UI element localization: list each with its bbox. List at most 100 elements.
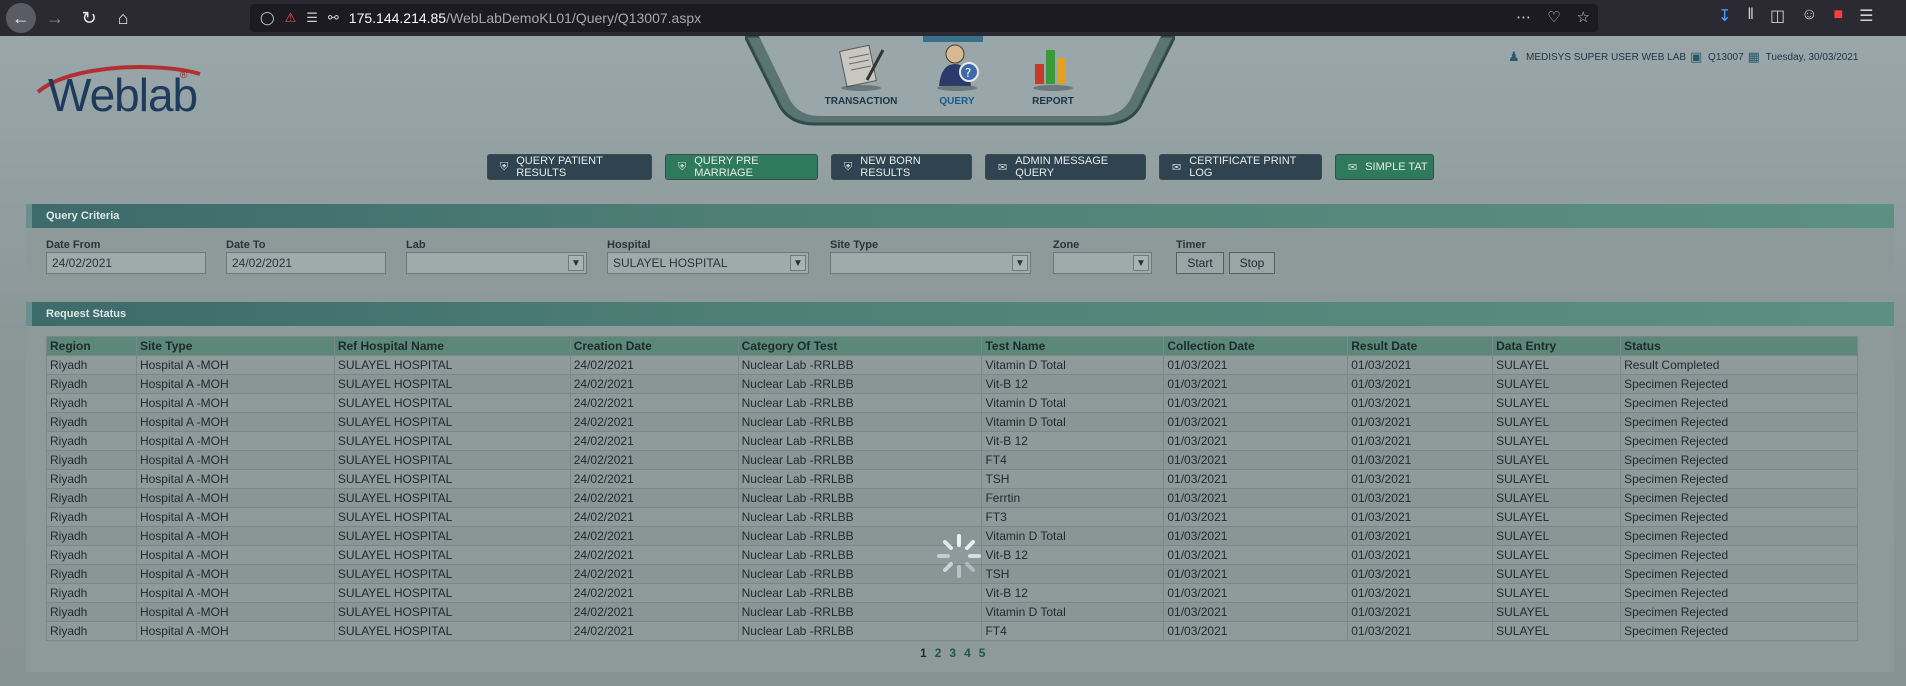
user-name: MEDISYS SUPER USER WEB LAB <box>1526 51 1687 63</box>
table-row[interactable]: Riyadh Hospital A -MOH SULAYEL HOSPITAL 24/… <box>46 412 1858 432</box>
shield-icon[interactable]: ◯ <box>260 10 275 26</box>
column-header[interactable]: Site Type <box>135 336 335 356</box>
tab-query[interactable]: QUERY <box>907 96 1007 107</box>
reload-icon[interactable]: ↻ <box>74 3 104 33</box>
query-pre-marriage-button[interactable]: ⛨ QUERY PRE MARRIAGE <box>665 154 818 180</box>
table-cell: Hospital A -MOH <box>135 412 335 432</box>
page-link-5[interactable]: 5 <box>979 646 986 660</box>
column-header[interactable]: Creation Date <box>569 336 739 356</box>
menu-icon[interactable]: ☰ <box>1859 6 1873 26</box>
extension-icon[interactable]: ■ <box>1833 6 1843 26</box>
table-row[interactable]: Riyadh Hospital A -MOH SULAYEL HOSPITAL 24/… <box>46 374 1858 394</box>
table-row[interactable]: Riyadh Hospital A -MOH SULAYEL HOSPITAL 24/… <box>46 583 1858 603</box>
report-chart-icon[interactable] <box>1025 40 1081 92</box>
page-link-1[interactable]: 1 <box>920 646 927 660</box>
timer-start-button[interactable]: Start <box>1176 252 1224 274</box>
key-icon[interactable]: ⚯ <box>328 10 339 26</box>
query-patient-results-button[interactable]: ⛨ QUERY PATIENT RESULTS <box>487 154 652 180</box>
column-header[interactable]: Ref Hospital Name <box>333 336 571 356</box>
page-link-2[interactable]: 2 <box>935 646 942 660</box>
url-bar[interactable]: ◯ ⚠ ☰ ⚯ 175.144.214.85/WebLabDemoKL01/Qu… <box>250 4 1598 32</box>
table-cell: 01/03/2021 <box>1347 393 1494 413</box>
column-header[interactable]: Data Entry <box>1492 336 1622 356</box>
table-cell: SULAYEL HOSPITAL <box>333 564 571 584</box>
hospital-select[interactable]: SULAYEL HOSPITAL ▼ <box>607 252 809 274</box>
admin-message-query-button[interactable]: ✉ ADMIN MESSAGE QUERY <box>985 154 1146 180</box>
zone-label: Zone <box>1053 239 1080 251</box>
tab-transaction[interactable]: TRANSACTION <box>811 96 911 107</box>
chevron-down-icon[interactable]: ▼ <box>1012 255 1028 271</box>
table-cell: SULAYEL <box>1492 621 1622 641</box>
site-type-select[interactable]: ▼ <box>830 252 1031 274</box>
forward-icon[interactable]: → <box>40 3 70 33</box>
home-icon[interactable]: ⌂ <box>108 3 138 33</box>
table-cell: SULAYEL HOSPITAL <box>333 545 571 565</box>
timer-stop-button[interactable]: Stop <box>1229 252 1275 274</box>
column-header[interactable]: Category Of Test <box>737 336 983 356</box>
chevron-down-icon[interactable]: ▼ <box>568 255 584 271</box>
download-icon[interactable]: ↧ <box>1718 6 1731 26</box>
certificate-print-log-button[interactable]: ✉ CERTIFICATE PRINT LOG <box>1159 154 1322 180</box>
query-user-icon[interactable]: ? <box>929 40 985 92</box>
table-cell: Specimen Rejected <box>1620 545 1858 565</box>
insecure-lock-icon[interactable]: ⚠ <box>285 10 297 26</box>
table-cell: 01/03/2021 <box>1163 431 1349 451</box>
date-from-input[interactable]: 24/02/2021 <box>46 252 206 274</box>
shield-icon: ⛨ <box>844 160 853 173</box>
table-cell: 01/03/2021 <box>1163 393 1349 413</box>
table-row[interactable]: Riyadh Hospital A -MOH SULAYEL HOSPITAL 24/… <box>46 393 1858 413</box>
page-link-4[interactable]: 4 <box>964 646 971 660</box>
back-icon[interactable]: ← <box>6 3 36 33</box>
table-row[interactable]: Riyadh Hospital A -MOH SULAYEL HOSPITAL 24/… <box>46 469 1858 489</box>
table-cell: SULAYEL <box>1492 450 1622 470</box>
table-cell: Nuclear Lab -RRLBB <box>737 583 983 603</box>
chevron-down-icon[interactable]: ▼ <box>1133 255 1149 271</box>
table-row[interactable]: Riyadh Hospital A -MOH SULAYEL HOSPITAL 24/… <box>46 488 1858 508</box>
new-born-results-button[interactable]: ⛨ NEW BORN RESULTS <box>831 154 972 180</box>
table-cell: Hospital A -MOH <box>135 545 335 565</box>
table-cell: Riyadh <box>46 526 137 546</box>
table-row[interactable]: Riyadh Hospital A -MOH SULAYEL HOSPITAL 24/… <box>46 602 1858 622</box>
shield-icon: ⛨ <box>500 160 509 173</box>
table-cell: 01/03/2021 <box>1163 488 1349 508</box>
column-header[interactable]: Region <box>46 336 137 356</box>
simple-tat-button[interactable]: ✉ SIMPLE TAT <box>1335 154 1434 180</box>
account-icon[interactable]: ☺ <box>1801 6 1817 26</box>
table-cell: Nuclear Lab -RRLBB <box>737 412 983 432</box>
lab-select[interactable]: ▼ <box>406 252 587 274</box>
column-header[interactable]: Collection Date <box>1163 336 1349 356</box>
date-to-input[interactable]: 24/02/2021 <box>226 252 386 274</box>
weblab-logo: Weblab ® <box>30 62 210 122</box>
table-cell: 24/02/2021 <box>569 431 739 451</box>
url-path: /WebLabDemoKL01/Query/Q13007.aspx <box>446 10 702 26</box>
sidebar-icon[interactable]: ◫ <box>1770 6 1785 26</box>
transaction-icon[interactable] <box>833 40 889 92</box>
table-row[interactable]: Riyadh Hospital A -MOH SULAYEL HOSPITAL 24/… <box>46 621 1858 641</box>
chevron-down-icon[interactable]: ▼ <box>790 255 806 271</box>
table-cell: 01/03/2021 <box>1163 526 1349 546</box>
table-cell: 01/03/2021 <box>1347 450 1494 470</box>
table-row[interactable]: Riyadh Hospital A -MOH SULAYEL HOSPITAL 24/… <box>46 507 1858 527</box>
table-cell: SULAYEL HOSPITAL <box>333 621 571 641</box>
permissions-icon[interactable]: ☰ <box>306 10 318 26</box>
library-icon[interactable]: ‖ <box>1747 6 1754 26</box>
table-cell: 01/03/2021 <box>1163 469 1349 489</box>
table-row[interactable]: Riyadh Hospital A -MOH SULAYEL HOSPITAL 24/… <box>46 355 1858 375</box>
page-link-3[interactable]: 3 <box>949 646 956 660</box>
column-header[interactable]: Result Date <box>1347 336 1494 356</box>
zone-select[interactable]: ▼ <box>1053 252 1152 274</box>
table-cell: 01/03/2021 <box>1163 412 1349 432</box>
tab-report[interactable]: REPORT <box>1003 96 1103 107</box>
column-header[interactable]: Test Name <box>981 336 1165 356</box>
table-cell: Hospital A -MOH <box>135 469 335 489</box>
table-cell: 24/02/2021 <box>569 545 739 565</box>
pocket-icon[interactable]: ♡ <box>1547 8 1560 26</box>
bookmark-star-icon[interactable]: ☆ <box>1577 8 1590 26</box>
table-cell: Riyadh <box>46 450 137 470</box>
page-actions-icon[interactable]: ⋯ <box>1516 8 1531 26</box>
table-cell: 01/03/2021 <box>1347 507 1494 527</box>
table-cell: 24/02/2021 <box>569 583 739 603</box>
table-row[interactable]: Riyadh Hospital A -MOH SULAYEL HOSPITAL 24/… <box>46 450 1858 470</box>
column-header[interactable]: Status <box>1620 336 1858 356</box>
table-row[interactable]: Riyadh Hospital A -MOH SULAYEL HOSPITAL 24/… <box>46 431 1858 451</box>
